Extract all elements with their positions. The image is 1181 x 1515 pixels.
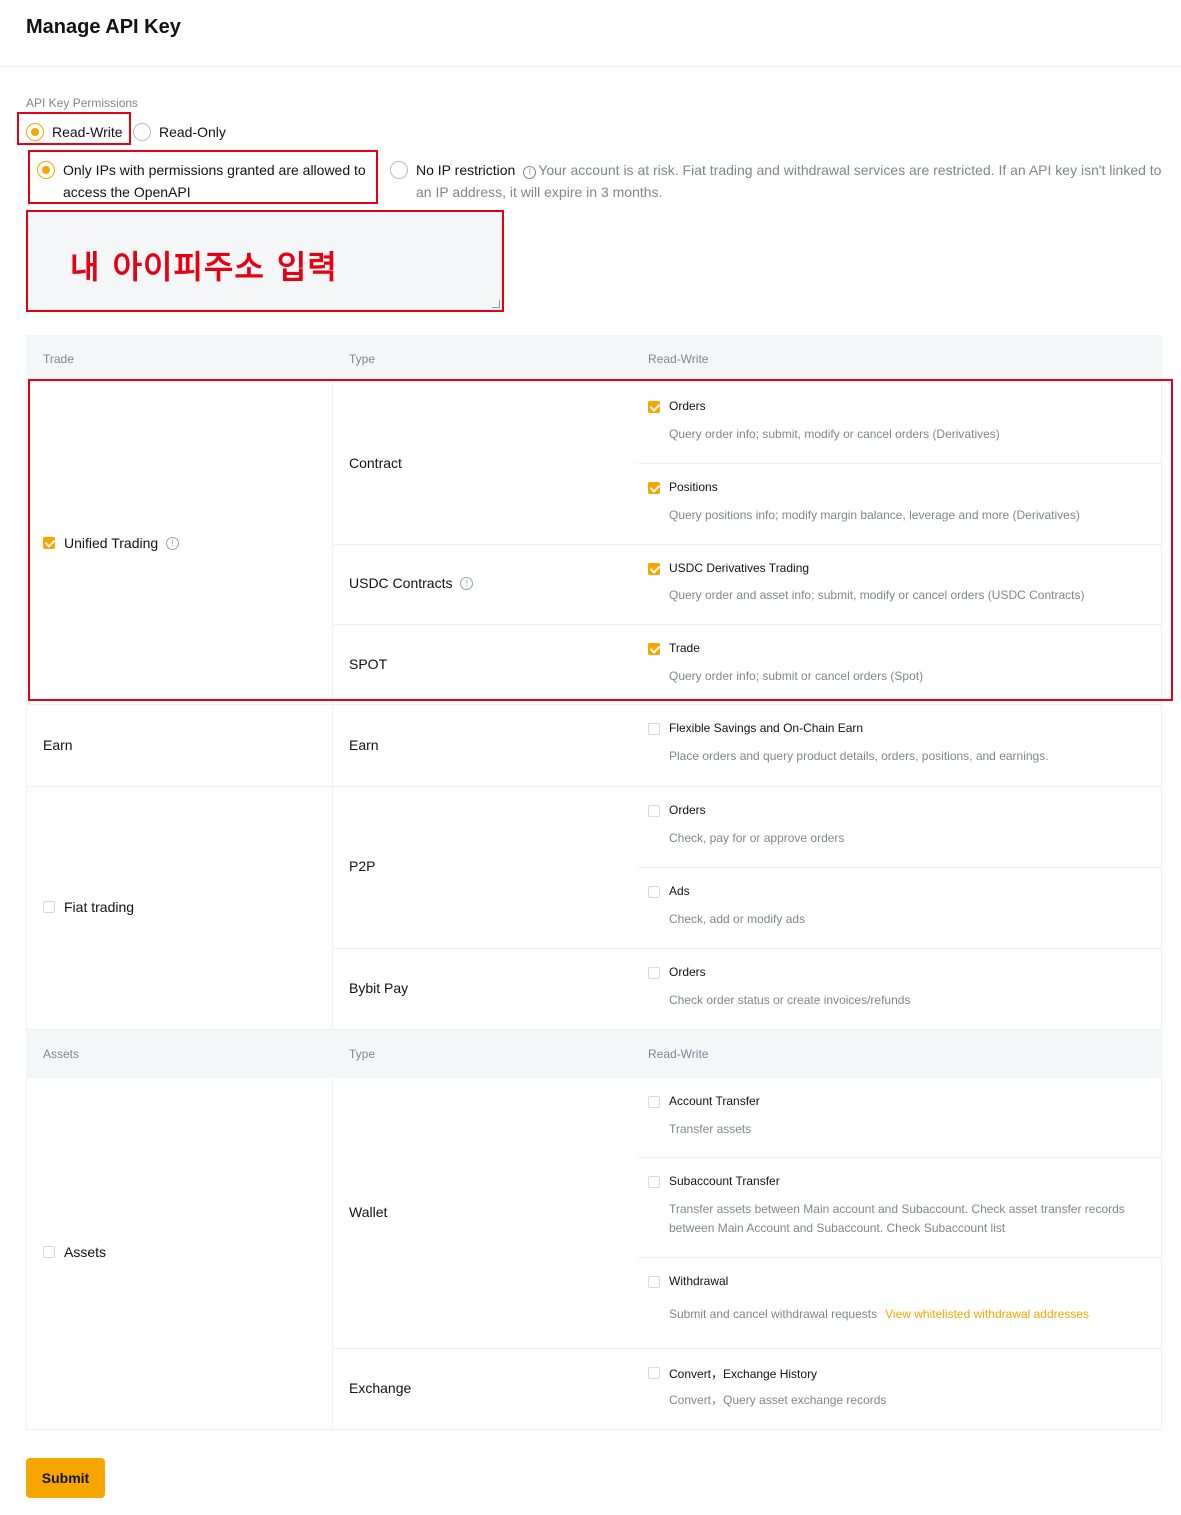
page-title: Manage API Key — [26, 16, 181, 38]
assets-label: Assets — [64, 1244, 107, 1260]
no-ip-radio-dot[interactable] — [390, 161, 408, 179]
flexible-savings-checkbox[interactable] — [648, 723, 660, 735]
permission-p2p-orders: Orders Check, pay for or approve orders — [638, 787, 1162, 868]
annotation-box-ip-restricted — [28, 150, 378, 204]
annotation-box-unified-trading — [28, 379, 1173, 701]
fiat-trading-row[interactable]: Fiat trading — [43, 899, 134, 915]
header-read-write: Read-Write — [648, 352, 709, 366]
permission-desc: Place orders and query product details, … — [669, 749, 1049, 763]
type-cell-exchange: Exchange — [333, 1349, 639, 1430]
permission-name: Subaccount Transfer — [669, 1174, 780, 1188]
withdrawal-checkbox[interactable] — [648, 1276, 660, 1288]
fiat-trading-checkbox[interactable] — [43, 901, 55, 913]
type-wallet-label: Wallet — [349, 1204, 388, 1220]
permission-account-transfer: Account Transfer Transfer assets — [638, 1078, 1162, 1158]
permission-name: Ads — [669, 884, 690, 898]
permission-name: Account Transfer — [669, 1094, 760, 1108]
read-only-radio[interactable]: Read-Only — [133, 121, 226, 143]
submit-button[interactable]: Submit — [26, 1458, 105, 1498]
no-ip-label: No IP restriction — [416, 162, 516, 178]
permission-flexible-savings: Flexible Savings and On-Chain Earn Place… — [638, 705, 1162, 787]
permission-p2p-ads: Ads Check, add or modify ads — [638, 868, 1162, 949]
permission-desc: Check, pay for or approve orders — [669, 831, 845, 845]
permission-withdrawal: Withdrawal Submit and cancel withdrawal … — [638, 1258, 1162, 1349]
assets-checkbox[interactable] — [43, 1246, 55, 1258]
convert-exchange-checkbox[interactable] — [648, 1367, 660, 1379]
permission-desc: Transfer assets between Main account and… — [669, 1202, 1125, 1235]
type-cell-earn: Earn — [333, 705, 639, 787]
annotation-box-read-write — [17, 112, 131, 145]
no-ip-restriction-radio[interactable]: No IP restriction! Your account is at ris… — [390, 159, 1165, 203]
warning-icon: ! — [523, 166, 537, 179]
trade-table-header: Trade Type Read-Write — [26, 335, 1162, 383]
header-trade: Trade — [43, 352, 74, 366]
assets-row[interactable]: Assets — [43, 1244, 106, 1260]
subaccount-transfer-checkbox[interactable] — [648, 1176, 660, 1188]
p2p-orders-checkbox[interactable] — [648, 805, 660, 817]
permission-desc: Convert，Query asset exchange records — [669, 1393, 887, 1407]
fiat-trading-label: Fiat trading — [64, 899, 135, 915]
header-assets: Assets — [43, 1047, 80, 1061]
permission-bybit-pay-orders: Orders Check order status or create invo… — [638, 949, 1162, 1030]
whitelisted-addresses-link[interactable]: View whitelisted withdrawal addresses — [885, 1307, 1089, 1321]
p2p-ads-checkbox[interactable] — [648, 886, 660, 898]
bybit-pay-orders-checkbox[interactable] — [648, 967, 660, 979]
header-type: Type — [349, 352, 376, 366]
title-divider — [0, 66, 1181, 67]
permission-name: Orders — [669, 803, 706, 817]
resize-handle-icon[interactable] — [492, 300, 500, 308]
permission-desc: Submit and cancel withdrawal requests — [669, 1307, 878, 1321]
header-read-write: Read-Write — [648, 1047, 709, 1061]
withdrawal-desc-row: Submit and cancel withdrawal requests Vie… — [669, 1305, 1139, 1324]
type-cell-bybit-pay: Bybit Pay — [333, 949, 639, 1030]
earn-label: Earn — [43, 737, 73, 753]
type-cell-p2p: P2P — [333, 787, 639, 949]
type-exchange-label: Exchange — [349, 1380, 412, 1396]
account-transfer-checkbox[interactable] — [648, 1096, 660, 1108]
ip-address-input[interactable]: 내 아이피주소 입력 — [26, 210, 504, 312]
permission-desc: Check order status or create invoices/re… — [669, 993, 911, 1007]
type-earn-label: Earn — [349, 737, 379, 753]
permission-desc: Check, add or modify ads — [669, 912, 806, 926]
no-ip-text-wrap: No IP restriction! Your account is at ris… — [416, 159, 1165, 203]
header-type: Type — [349, 1047, 376, 1061]
type-p2p-label: P2P — [349, 858, 376, 874]
group-cell-assets: Assets — [26, 1078, 333, 1430]
group-cell-earn: Earn — [26, 705, 333, 787]
read-only-label: Read-Only — [159, 124, 226, 140]
type-bybit-pay-label: Bybit Pay — [349, 980, 409, 996]
permission-name: Flexible Savings and On-Chain Earn — [669, 721, 864, 735]
permission-convert-exchange-history: Convert，Exchange History Convert，Query a… — [638, 1349, 1162, 1430]
permission-name: Withdrawal — [669, 1274, 729, 1288]
type-cell-wallet: Wallet — [333, 1078, 639, 1349]
permission-name: Convert，Exchange History — [669, 1367, 818, 1381]
permission-desc: Transfer assets — [669, 1122, 752, 1136]
ip-input-value: 내 아이피주소 입력 — [70, 248, 338, 286]
read-only-radio-dot[interactable] — [133, 123, 151, 141]
permission-subaccount-transfer: Subaccount Transfer Transfer assets betw… — [638, 1158, 1162, 1258]
assets-table-header: Assets Type Read-Write — [26, 1030, 1162, 1078]
api-permissions-label: API Key Permissions — [26, 96, 139, 110]
permission-name: Orders — [669, 965, 706, 979]
group-cell-fiat-trading: Fiat trading — [26, 787, 333, 1030]
